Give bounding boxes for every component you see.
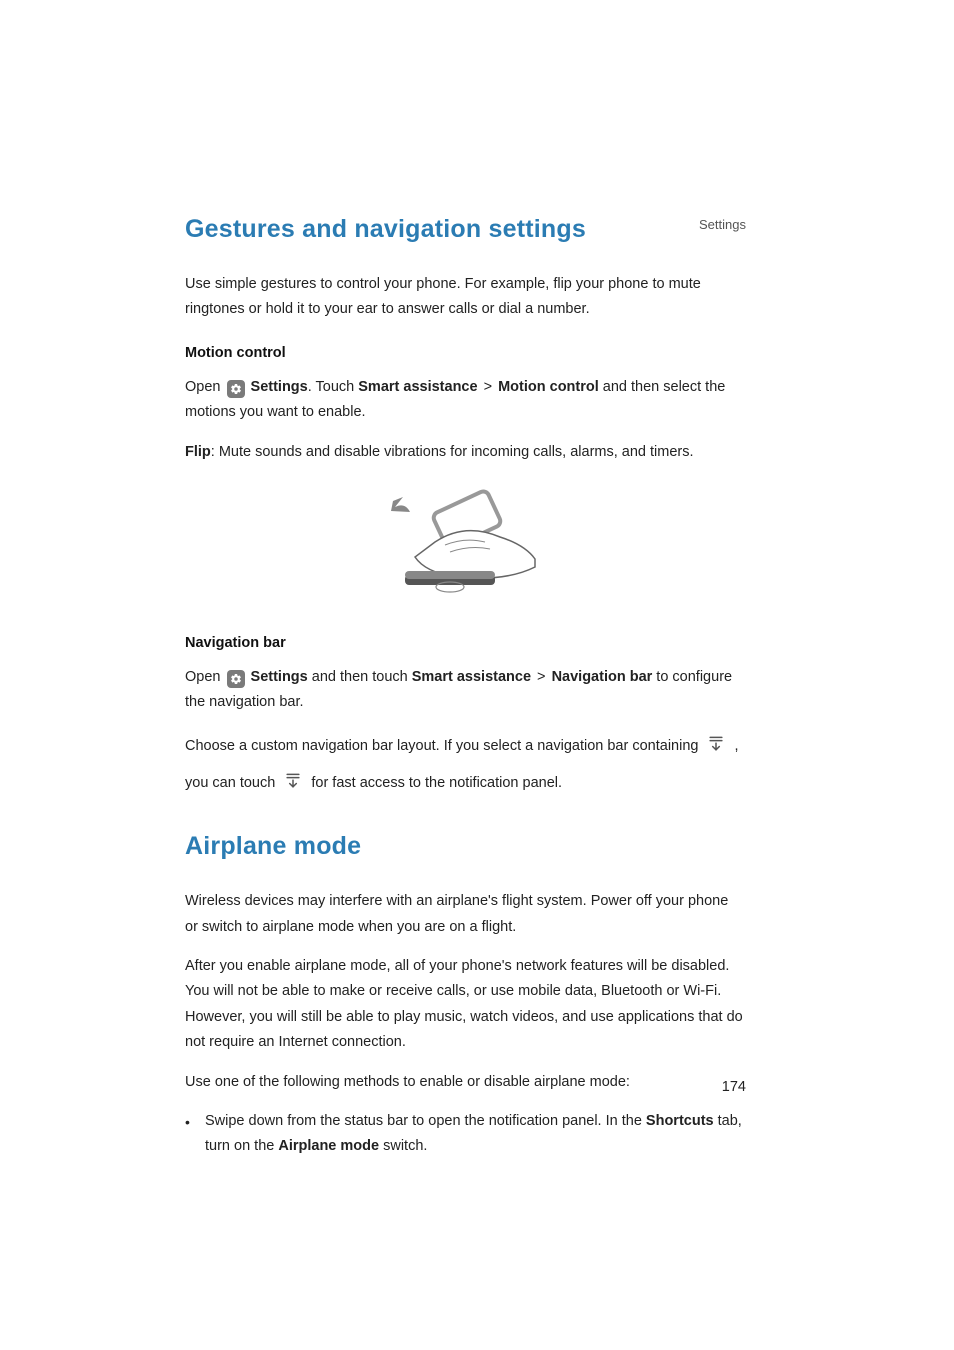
motion-control-label: Motion control: [498, 379, 599, 395]
flip-description: Flip: Mute sounds and disable vibrations…: [185, 440, 745, 465]
settings-icon: [227, 670, 245, 688]
text: Open: [185, 669, 225, 685]
airplane-p2: After you enable airplane mode, all of y…: [185, 954, 745, 1056]
intro-paragraph: Use simple gestures to control your phon…: [185, 272, 745, 323]
text: Choose a custom navigation bar layout. I…: [185, 738, 702, 754]
nav-choose-paragraph: Choose a custom navigation bar layout. I…: [185, 730, 745, 805]
nav-open-paragraph: Open Settings and then touch Smart assis…: [185, 665, 745, 716]
text: Open: [185, 379, 225, 395]
text: switch.: [379, 1138, 427, 1154]
text: Swipe down from the status bar to open t…: [205, 1113, 646, 1129]
page-content: Gestures and navigation settings Use sim…: [185, 215, 745, 1160]
navigation-bar-label: Navigation bar: [552, 669, 653, 685]
shortcuts-label: Shortcuts: [646, 1113, 714, 1129]
flip-label: Flip: [185, 444, 211, 460]
heading-gestures: Gestures and navigation settings: [185, 215, 745, 244]
subhead-navigation-bar: Navigation bar: [185, 635, 745, 651]
flip-illustration: [185, 487, 745, 607]
subhead-motion-control: Motion control: [185, 345, 745, 361]
settings-label: Settings: [251, 379, 308, 395]
smart-assistance-label: Smart assistance: [412, 669, 531, 685]
airplane-p3: Use one of the following methods to enab…: [185, 1070, 745, 1095]
text: and then touch: [308, 669, 412, 685]
text: : Mute sounds and disable vibrations for…: [211, 444, 694, 460]
airplane-mode-label: Airplane mode: [278, 1138, 379, 1154]
smart-assistance-label: Smart assistance: [358, 379, 477, 395]
bullet-item: • Swipe down from the status bar to open…: [185, 1109, 745, 1160]
bullet-icon: •: [185, 1109, 205, 1160]
text: . Touch: [308, 379, 359, 395]
settings-label: Settings: [251, 669, 308, 685]
motion-open-paragraph: Open Settings. Touch Smart assistance > …: [185, 375, 745, 426]
breadcrumb-separator: >: [480, 379, 497, 395]
airplane-p1: Wireless devices may interfere with an a…: [185, 889, 745, 940]
notification-panel-icon: [283, 771, 303, 804]
page-number: 174: [722, 1079, 746, 1095]
notification-panel-icon: [706, 734, 726, 767]
text: for fast access to the notification pane…: [311, 775, 562, 791]
heading-airplane-mode: Airplane mode: [185, 832, 745, 861]
breadcrumb-separator: >: [533, 669, 550, 685]
settings-icon: [227, 380, 245, 398]
bullet-text: Swipe down from the status bar to open t…: [205, 1109, 745, 1160]
